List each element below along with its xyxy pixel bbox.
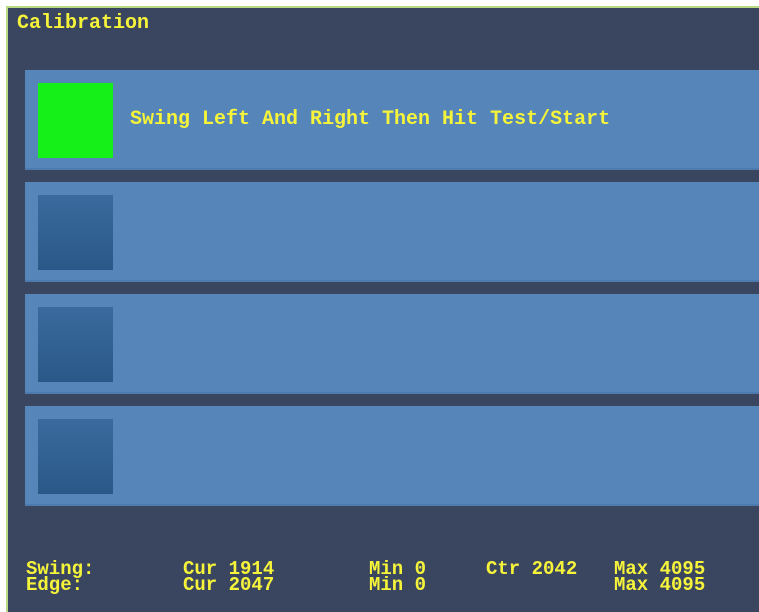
edge-minimum: Min 0 xyxy=(369,574,427,596)
calibration-step-row-3 xyxy=(25,294,759,394)
calibration-readout: Swing: Cur 1914 Min 0 Ctr 2042 Max 4095 … xyxy=(8,560,759,604)
step-2-indicator xyxy=(38,195,113,270)
edge-maximum: Max 4095 xyxy=(614,574,706,596)
calibration-step-row-2 xyxy=(25,182,759,282)
edge-label: Edge: xyxy=(26,574,84,596)
calibration-screen: Calibration Swing Left And Right Then Hi… xyxy=(6,6,759,612)
step-1-instruction: Swing Left And Right Then Hit Test/Start xyxy=(130,108,611,131)
edge-current: Cur 2047 xyxy=(183,574,275,596)
step-1-indicator xyxy=(38,83,113,158)
step-3-indicator xyxy=(38,307,113,382)
window-title: Calibration xyxy=(17,12,150,35)
edge-readout: Edge: Cur 2047 Min 0 Max 4095 xyxy=(8,574,759,596)
step-4-indicator xyxy=(38,419,113,494)
calibration-step-row-4 xyxy=(25,406,759,506)
calibration-step-row-1: Swing Left And Right Then Hit Test/Start xyxy=(25,70,759,170)
